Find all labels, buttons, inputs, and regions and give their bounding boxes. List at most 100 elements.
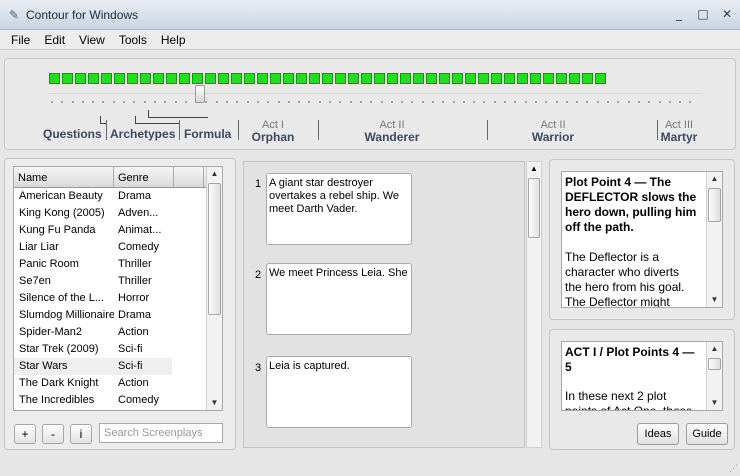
beat-marker[interactable] — [452, 73, 463, 84]
beat-marker[interactable] — [166, 73, 177, 84]
beat-marker[interactable] — [192, 73, 203, 84]
beat-card[interactable]: A giant star destroyer overtakes a rebel… — [266, 173, 412, 245]
beat-marker[interactable] — [218, 73, 229, 84]
beat-marker[interactable] — [595, 73, 606, 84]
screenplay-row[interactable]: King Kong (2005) Adven... — [14, 205, 222, 222]
screenplay-row[interactable]: Liar Liar Comedy — [14, 239, 222, 256]
beat-marker[interactable] — [361, 73, 372, 84]
screenplay-row[interactable]: Slumdog Millionaire Drama — [14, 307, 222, 324]
beat-marker[interactable] — [569, 73, 580, 84]
beat-marker[interactable] — [127, 73, 138, 84]
screenplay-row[interactable]: American Beauty Drama — [14, 188, 222, 205]
plot-point-note[interactable]: Plot Point 4 — The DEFLECTOR slows the h… — [561, 171, 723, 308]
beat-marker[interactable] — [270, 73, 281, 84]
menu-edit[interactable]: Edit — [37, 31, 72, 49]
beat-marker[interactable] — [504, 73, 515, 84]
beat-marker[interactable] — [114, 73, 125, 84]
act-note[interactable]: ACT I / Plot Points 4 — 5 In these next … — [561, 341, 723, 411]
list-scrollbar[interactable]: ▲ ▼ — [206, 167, 222, 410]
screenplay-row[interactable]: Panic Room Thriller — [14, 256, 222, 273]
beat-marker[interactable] — [257, 73, 268, 84]
beat-marker[interactable] — [179, 73, 190, 84]
beat-marker[interactable] — [400, 73, 411, 84]
screenplay-row[interactable]: Star Trek (2009) Sci-fi — [14, 341, 222, 358]
screenplay-row[interactable]: The Incredibles Comedy — [14, 392, 222, 409]
scroll-down-icon[interactable]: ▼ — [707, 293, 722, 307]
beat-marker[interactable] — [556, 73, 567, 84]
beat-marker[interactable] — [439, 73, 450, 84]
beat-marker[interactable] — [231, 73, 242, 84]
scroll-thumb[interactable] — [708, 358, 721, 370]
screenplay-row[interactable]: Star Wars Sci-fi — [14, 358, 222, 375]
act-martyr[interactable]: Act III Martyr — [624, 119, 734, 144]
menu-tools[interactable]: Tools — [112, 31, 154, 49]
scroll-up-icon[interactable]: ▲ — [527, 162, 541, 176]
beat-marker[interactable] — [387, 73, 398, 84]
act-orphan[interactable]: Act I Orphan — [218, 119, 328, 144]
beat-card[interactable]: Leia is captured. — [266, 356, 412, 428]
beat-marker[interactable] — [465, 73, 476, 84]
screenplay-list[interactable]: Name Genre American Beauty Drama King Kong… — [13, 166, 223, 411]
beat-marker[interactable] — [530, 73, 541, 84]
guide-button[interactable]: Guide — [686, 423, 728, 445]
note-scrollbar[interactable]: ▲ ▼ — [706, 342, 722, 410]
act-wanderer[interactable]: Act II Wanderer — [337, 119, 447, 144]
tab-archetypes[interactable]: Archetypes — [110, 127, 175, 141]
beat-marker[interactable] — [517, 73, 528, 84]
beat-marker[interactable] — [582, 73, 593, 84]
scroll-down-icon[interactable]: ▼ — [707, 396, 722, 410]
beat-marker[interactable] — [75, 73, 86, 84]
column-name[interactable]: Name — [14, 167, 114, 187]
column-genre[interactable]: Genre — [114, 167, 174, 187]
scroll-down-icon[interactable]: ▼ — [207, 396, 222, 410]
beat-marker[interactable] — [283, 73, 294, 84]
scroll-up-icon[interactable]: ▲ — [707, 172, 722, 186]
info-button[interactable]: i — [70, 424, 92, 444]
screenplay-row[interactable]: Spider-Man2 Action — [14, 324, 222, 341]
screenplay-row[interactable]: The Dark Knight Action — [14, 375, 222, 392]
scroll-thumb[interactable] — [208, 183, 221, 315]
beat-marker[interactable] — [88, 73, 99, 84]
maximize-button[interactable]: □ — [696, 7, 710, 21]
beat-marker[interactable] — [244, 73, 255, 84]
scroll-thumb[interactable] — [708, 188, 721, 222]
menu-help[interactable]: Help — [154, 31, 193, 49]
menu-file[interactable]: File — [4, 31, 37, 49]
screenplay-row[interactable]: Silence of the L... Horror — [14, 290, 222, 307]
act-warrior[interactable]: Act II Warrior — [498, 119, 608, 144]
beat-marker[interactable] — [478, 73, 489, 84]
beat-marker[interactable] — [413, 73, 424, 84]
cards-scrollbar[interactable]: ▲ — [526, 161, 542, 448]
beat-marker[interactable] — [49, 73, 60, 84]
scroll-up-icon[interactable]: ▲ — [707, 342, 722, 356]
search-screenplays-input[interactable]: Search Screenplays — [99, 423, 223, 443]
beat-marker[interactable] — [309, 73, 320, 84]
column-extra[interactable] — [174, 167, 204, 187]
close-button[interactable]: ✕ — [720, 7, 734, 21]
beat-marker[interactable] — [140, 73, 151, 84]
beat-marker[interactable] — [101, 73, 112, 84]
beat-marker[interactable] — [348, 73, 359, 84]
beat-marker[interactable] — [153, 73, 164, 84]
beat-card[interactable] — [266, 447, 412, 448]
scroll-up-icon[interactable]: ▲ — [207, 167, 222, 181]
beat-marker[interactable] — [296, 73, 307, 84]
tab-questions[interactable]: Questions — [43, 127, 102, 141]
beat-marker[interactable] — [374, 73, 385, 84]
minimize-button[interactable]: _ — [672, 7, 686, 21]
screenplay-row[interactable]: Se7en Thriller — [14, 273, 222, 290]
remove-screenplay-button[interactable]: - — [42, 424, 64, 444]
beat-card[interactable]: We meet Princess Leia. She puts a messag… — [266, 263, 412, 335]
timeline-slider-thumb[interactable] — [195, 85, 205, 103]
resize-grip-icon[interactable]: ⋰ — [729, 463, 738, 474]
beat-marker[interactable] — [491, 73, 502, 84]
menu-view[interactable]: View — [72, 31, 112, 49]
scroll-thumb[interactable] — [528, 178, 540, 238]
add-screenplay-button[interactable]: + — [14, 424, 36, 444]
beat-marker[interactable] — [205, 73, 216, 84]
note-scrollbar[interactable]: ▲ ▼ — [706, 172, 722, 307]
beat-marker[interactable] — [322, 73, 333, 84]
beat-marker[interactable] — [335, 73, 346, 84]
screenplay-row[interactable]: Kung Fu Panda Animat... — [14, 222, 222, 239]
beat-marker[interactable] — [543, 73, 554, 84]
